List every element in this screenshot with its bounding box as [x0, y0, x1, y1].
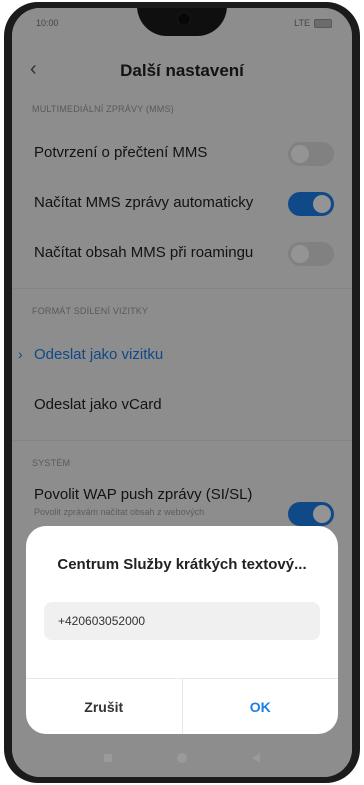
navigation-bar	[12, 738, 352, 777]
home-icon[interactable]	[176, 752, 187, 763]
screen: 10:00 LTE ‹ Další nastavení MULTIMEDIÁLN…	[12, 8, 352, 777]
smsc-number-input[interactable]	[44, 602, 320, 640]
phone-frame: 10:00 LTE ‹ Další nastavení MULTIMEDIÁLN…	[4, 2, 360, 783]
back-icon[interactable]	[251, 752, 260, 763]
dialog-title: Centrum Služby krátkých textový...	[57, 556, 307, 573]
cancel-button[interactable]: Zrušit	[26, 679, 183, 734]
dialog-buttons: Zrušit OK	[26, 678, 338, 734]
ok-button[interactable]: OK	[183, 679, 339, 734]
smsc-dialog: Centrum Služby krátkých textový... Zruši…	[26, 526, 338, 734]
recents-icon[interactable]	[104, 753, 113, 762]
